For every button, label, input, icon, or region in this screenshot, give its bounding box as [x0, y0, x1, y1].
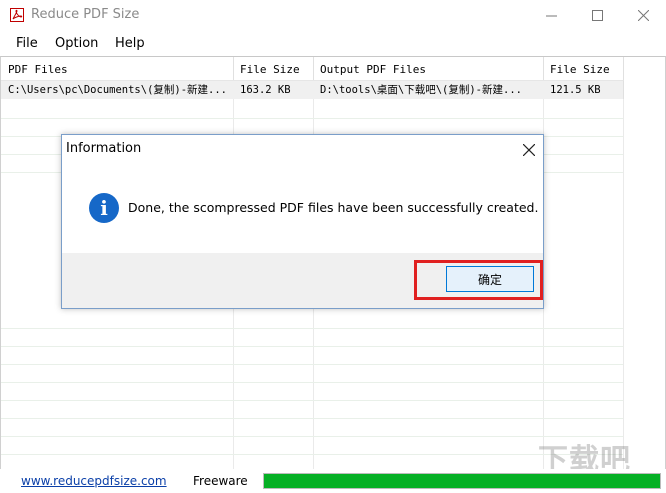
dialog-close-button[interactable] — [522, 139, 536, 160]
grid-line — [1, 400, 623, 401]
column-header-output-file-size[interactable]: File Size — [543, 57, 624, 81]
grid-line — [1, 364, 623, 365]
dialog-title: Information — [66, 141, 142, 156]
close-icon — [522, 143, 536, 157]
minimize-button[interactable] — [528, 0, 574, 31]
progress-bar — [263, 473, 661, 489]
highlight-box — [414, 260, 543, 300]
minimize-icon — [545, 15, 557, 17]
cell-input-path: C:\Users\pc\Documents\(复制)-新建... — [1, 81, 234, 99]
close-button[interactable] — [620, 0, 666, 31]
window-title: Reduce PDF Size — [31, 7, 140, 22]
cell-output-path: D:\tools\桌面\下载吧\(复制)-新建... — [313, 81, 544, 99]
progress-fill — [264, 474, 660, 488]
menu-help[interactable]: Help — [115, 36, 145, 51]
menu-option[interactable]: Option — [55, 36, 98, 51]
grid-line — [1, 382, 623, 383]
title-bar: Reduce PDF Size — [0, 0, 666, 31]
grid-line — [1, 436, 623, 437]
menu-bar: File Option Help — [0, 31, 666, 56]
info-icon: i — [89, 193, 119, 223]
grid-line — [1, 418, 623, 419]
dialog-message: Done, the scompressed PDF files have bee… — [128, 200, 539, 215]
status-bar: www.reducepdfsize.com Freeware — [0, 469, 666, 493]
grid-line — [1, 328, 623, 329]
column-header-file-size[interactable]: File Size — [233, 57, 314, 81]
maximize-icon — [591, 10, 603, 21]
grid-line — [1, 118, 623, 119]
website-link[interactable]: www.reducepdfsize.com — [21, 474, 167, 488]
close-icon — [637, 10, 649, 21]
grid-line — [1, 346, 623, 347]
pdf-app-icon — [10, 8, 24, 22]
column-header-output-pdf-files[interactable]: Output PDF Files — [313, 57, 544, 81]
maximize-button[interactable] — [574, 0, 620, 31]
cell-output-size: 121.5 KB — [543, 81, 624, 99]
license-label: Freeware — [193, 474, 248, 488]
column-header-pdf-files[interactable]: PDF Files — [1, 57, 234, 81]
grid-line — [623, 57, 624, 469]
menu-file[interactable]: File — [16, 36, 38, 51]
grid-line — [1, 454, 623, 455]
cell-input-size: 163.2 KB — [233, 81, 314, 99]
